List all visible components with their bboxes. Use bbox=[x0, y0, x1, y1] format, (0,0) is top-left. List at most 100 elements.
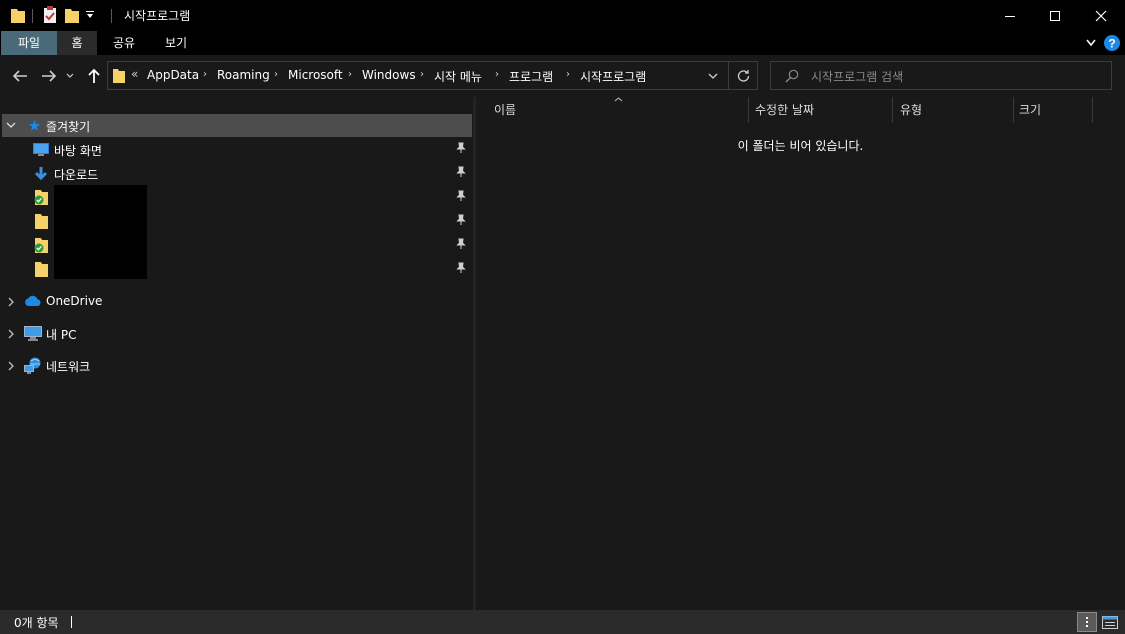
separator bbox=[32, 9, 33, 23]
search-placeholder: 시작프로그램 검색 bbox=[811, 70, 904, 84]
chevron-right-icon[interactable] bbox=[8, 297, 15, 307]
properties-icon[interactable] bbox=[42, 6, 58, 24]
details-view-icon bbox=[1086, 617, 1088, 627]
separator bbox=[728, 62, 729, 89]
navigation-pane: 즐겨찾기 바탕 화면 다운로드 OneDrive 내 PC 네트워크 bbox=[0, 97, 473, 610]
status-bar: 0개 항목 bbox=[0, 610, 1125, 634]
breadcrumb-separator-icon[interactable]: › bbox=[348, 69, 352, 80]
onedrive-cloud-icon bbox=[25, 295, 41, 306]
pin-icon[interactable] bbox=[455, 142, 467, 154]
forward-button[interactable] bbox=[38, 63, 60, 89]
pin-icon[interactable] bbox=[455, 190, 467, 202]
sidebar-item-desktop[interactable]: 바탕 화면 bbox=[0, 138, 473, 161]
pin-icon[interactable] bbox=[455, 238, 467, 250]
breadcrumb-programs[interactable]: 프로그램 bbox=[509, 68, 553, 85]
large-icons-view-icon bbox=[1102, 615, 1118, 629]
details-view-button[interactable] bbox=[1077, 612, 1097, 632]
chevron-down-icon[interactable] bbox=[6, 122, 16, 129]
breadcrumb-start-menu[interactable]: 시작 메뉴 bbox=[434, 68, 482, 85]
expand-ribbon-icon[interactable] bbox=[1086, 39, 1096, 47]
status-divider bbox=[71, 616, 72, 628]
column-divider[interactable] bbox=[892, 97, 893, 123]
download-icon bbox=[34, 167, 48, 181]
breadcrumb-overflow[interactable]: « bbox=[131, 67, 138, 81]
star-icon bbox=[29, 120, 40, 131]
folder-icon bbox=[113, 69, 125, 83]
network-icon bbox=[24, 357, 41, 374]
sidebar-item-onedrive[interactable]: OneDrive bbox=[0, 290, 473, 313]
breadcrumb-separator-icon[interactable]: › bbox=[420, 69, 424, 80]
folder-icon bbox=[11, 9, 25, 23]
empty-folder-message: 이 폴더는 비어 있습니다. bbox=[737, 139, 864, 153]
column-header-date[interactable]: 수정한 날짜 bbox=[755, 101, 814, 118]
large-icons-view-button[interactable] bbox=[1100, 612, 1120, 632]
search-icon bbox=[785, 69, 799, 83]
chevron-right-icon[interactable] bbox=[8, 361, 15, 371]
breadcrumb-startup[interactable]: 시작프로그램 bbox=[580, 68, 646, 85]
column-header-type[interactable]: 유형 bbox=[900, 101, 922, 118]
sidebar-item-label: 다운로드 bbox=[54, 168, 99, 182]
breadcrumb-separator-icon[interactable]: › bbox=[274, 69, 278, 80]
minimize-button[interactable] bbox=[987, 0, 1033, 31]
svg-text:?: ? bbox=[1108, 37, 1115, 51]
refresh-icon[interactable] bbox=[737, 69, 750, 82]
redacted-region bbox=[54, 185, 147, 279]
up-button[interactable] bbox=[83, 63, 105, 89]
close-icon bbox=[1095, 10, 1107, 21]
arrow-left-icon bbox=[12, 70, 27, 82]
sidebar-item-label: 네트워크 bbox=[46, 360, 91, 374]
column-divider[interactable] bbox=[1092, 97, 1093, 123]
column-header-name[interactable]: 이름 bbox=[494, 101, 516, 118]
address-history-chevron-icon[interactable] bbox=[708, 73, 718, 80]
address-bar[interactable]: « AppData › Roaming › Microsoft › Window… bbox=[107, 61, 758, 90]
breadcrumb-windows[interactable]: Windows bbox=[362, 68, 416, 82]
breadcrumb-appdata[interactable]: AppData bbox=[147, 68, 199, 82]
desktop-icon bbox=[33, 143, 49, 156]
minimize-icon bbox=[1005, 15, 1015, 17]
file-list: 이름 수정한 날짜 유형 크기 이 폴더는 비어 있습니다. bbox=[476, 97, 1125, 610]
sidebar-item-label: OneDrive bbox=[46, 294, 103, 308]
tab-file[interactable]: 파일 bbox=[1, 31, 57, 55]
folder-icon bbox=[35, 262, 48, 277]
pin-icon[interactable] bbox=[455, 166, 467, 178]
sidebar-item-this-pc[interactable]: 내 PC bbox=[0, 322, 473, 345]
title-bar: 시작프로그램 bbox=[0, 0, 1125, 31]
customize-toolbar-icon[interactable] bbox=[86, 10, 94, 20]
arrow-right-icon bbox=[42, 70, 57, 82]
sidebar-item-network[interactable]: 네트워크 bbox=[0, 354, 473, 377]
column-header-size[interactable]: 크기 bbox=[1019, 101, 1041, 118]
breadcrumb-microsoft[interactable]: Microsoft bbox=[288, 68, 343, 82]
separator bbox=[111, 9, 112, 23]
tab-view[interactable]: 보기 bbox=[150, 31, 202, 55]
arrow-up-icon bbox=[88, 68, 100, 83]
new-folder-icon[interactable] bbox=[64, 6, 80, 24]
column-divider[interactable] bbox=[748, 97, 749, 123]
breadcrumb-separator-icon[interactable]: › bbox=[495, 69, 499, 80]
tab-share[interactable]: 공유 bbox=[100, 31, 148, 55]
maximize-button[interactable] bbox=[1032, 0, 1078, 31]
synced-folder-icon bbox=[34, 238, 48, 253]
maximize-icon bbox=[1050, 10, 1060, 21]
window-title: 시작프로그램 bbox=[124, 9, 191, 23]
folder-icon bbox=[35, 214, 48, 229]
close-button[interactable] bbox=[1078, 0, 1124, 31]
ribbon-tabs: 파일 홈 공유 보기 ? bbox=[0, 31, 1125, 55]
chevron-down-icon bbox=[66, 73, 74, 78]
navigation-toolbar: « AppData › Roaming › Microsoft › Window… bbox=[0, 55, 1125, 97]
breadcrumb-separator-icon[interactable]: › bbox=[566, 69, 570, 80]
sidebar-item-quick-access[interactable]: 즐겨찾기 bbox=[2, 114, 472, 137]
chevron-right-icon[interactable] bbox=[8, 329, 15, 339]
breadcrumb-roaming[interactable]: Roaming bbox=[217, 68, 270, 82]
column-divider[interactable] bbox=[1013, 97, 1014, 123]
breadcrumb-separator-icon[interactable]: › bbox=[203, 69, 207, 80]
sort-ascending-icon bbox=[614, 97, 623, 102]
search-input[interactable]: 시작프로그램 검색 bbox=[770, 61, 1112, 90]
recent-locations-button[interactable] bbox=[63, 63, 77, 89]
tab-home[interactable]: 홈 bbox=[57, 31, 97, 55]
back-button[interactable] bbox=[9, 63, 31, 89]
help-icon[interactable]: ? bbox=[1104, 35, 1120, 51]
synced-folder-icon bbox=[34, 190, 48, 205]
pin-icon[interactable] bbox=[455, 214, 467, 226]
pin-icon[interactable] bbox=[455, 262, 467, 274]
sidebar-item-downloads[interactable]: 다운로드 bbox=[0, 162, 473, 185]
